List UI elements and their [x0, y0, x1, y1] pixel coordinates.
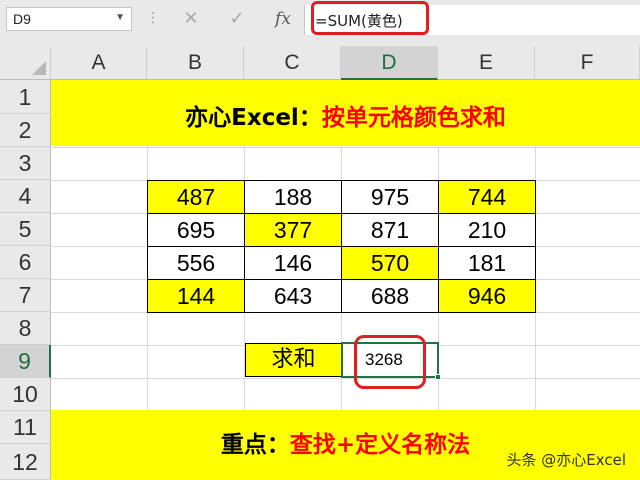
- watermark: 头条 @亦心Excel: [506, 451, 626, 469]
- row-header-label: 10: [12, 381, 38, 407]
- column-header-label: D: [381, 51, 397, 74]
- row-header-label: 4: [18, 183, 32, 209]
- footer-black: 重点：: [220, 432, 290, 458]
- fill-handle[interactable]: [435, 374, 441, 380]
- table-cell[interactable]: 946: [438, 279, 536, 313]
- table-cell[interactable]: 688: [341, 279, 439, 313]
- row-header-label: 11: [13, 414, 37, 440]
- footer-red: 查找+定义名称法: [289, 432, 471, 458]
- name-box[interactable]: D9 ▼: [6, 7, 132, 31]
- row-header-label: 2: [18, 117, 32, 143]
- column-header-label: E: [478, 51, 493, 74]
- enter-icon[interactable]: ✓: [222, 6, 252, 32]
- row-header-7[interactable]: 7: [0, 279, 51, 312]
- table-cell[interactable]: 643: [244, 279, 342, 313]
- formula-highlight-circle: [311, 1, 429, 35]
- table-cell[interactable]: 146: [244, 246, 342, 280]
- row-header-label: 7: [18, 282, 32, 308]
- row-header-2[interactable]: 2: [0, 114, 51, 147]
- row-header-10[interactable]: 10: [0, 378, 51, 411]
- column-header-label: B: [187, 51, 202, 74]
- row-header-11[interactable]: 11: [0, 411, 51, 444]
- column-header-c[interactable]: C: [244, 46, 341, 80]
- gridline: [51, 378, 640, 379]
- row-header-12[interactable]: 12: [0, 444, 51, 480]
- table-cell[interactable]: 210: [438, 213, 536, 247]
- row-header-label: 3: [18, 150, 32, 176]
- worksheet-grid[interactable]: 亦心Excel：按单元格颜色求和 487 188 975 744 695 377 871 21…: [51, 80, 640, 480]
- table-cell[interactable]: 144: [147, 279, 245, 313]
- name-box-value: D9: [13, 11, 31, 27]
- column-header-label: C: [284, 51, 300, 74]
- sum-label-cell[interactable]: 求和: [245, 343, 342, 377]
- table-cell[interactable]: 556: [147, 246, 245, 280]
- row-header-label: 9: [18, 348, 31, 374]
- column-header-e[interactable]: E: [438, 46, 535, 80]
- chevron-down-icon[interactable]: ▼: [115, 12, 125, 23]
- column-header-d[interactable]: D: [341, 46, 438, 80]
- select-all-icon: [32, 61, 46, 75]
- cancel-icon[interactable]: ✕: [176, 6, 206, 32]
- row-header-6[interactable]: 6: [0, 246, 51, 279]
- title-black: 亦心Excel：: [185, 105, 322, 131]
- formula-bar: D9 ▼ ⋮ ✕ ✓ fx =SUM(黄色): [0, 0, 640, 46]
- row-header-4[interactable]: 4: [0, 180, 51, 213]
- row-header-label: 1: [18, 84, 32, 110]
- row-header-3[interactable]: 3: [0, 147, 51, 180]
- row-header-label: 8: [18, 315, 32, 341]
- table-cell[interactable]: 744: [438, 180, 536, 214]
- table-cell[interactable]: 487: [147, 180, 245, 214]
- row-header-label: 5: [18, 216, 32, 242]
- table-cell[interactable]: 181: [438, 246, 536, 280]
- sheet-title: 亦心Excel：按单元格颜色求和: [51, 98, 640, 132]
- table-cell[interactable]: 975: [341, 180, 439, 214]
- column-header-label: A: [91, 51, 106, 74]
- column-header-a[interactable]: A: [51, 46, 147, 80]
- table-cell[interactable]: 188: [244, 180, 342, 214]
- row-header-label: 6: [18, 249, 32, 275]
- row-header-label: 12: [12, 449, 38, 475]
- table-cell[interactable]: 695: [147, 213, 245, 247]
- insert-function-icon[interactable]: fx: [268, 6, 298, 32]
- table-cell[interactable]: 570: [341, 246, 439, 280]
- title-red: 按单元格颜色求和: [321, 105, 506, 131]
- select-all-button[interactable]: [0, 46, 51, 80]
- row-header-8[interactable]: 8: [0, 312, 51, 345]
- result-highlight-circle: [354, 335, 426, 389]
- row-header-5[interactable]: 5: [0, 213, 51, 246]
- column-header-b[interactable]: B: [147, 46, 244, 80]
- column-header-label: F: [580, 51, 594, 74]
- gridline: [51, 147, 640, 148]
- table-cell[interactable]: 377: [244, 213, 342, 247]
- table-cell[interactable]: 871: [341, 213, 439, 247]
- drag-handle-icon[interactable]: ⋮: [146, 10, 160, 26]
- row-header-9[interactable]: 9: [0, 345, 51, 378]
- column-header-f[interactable]: F: [535, 46, 640, 80]
- row-header-1[interactable]: 1: [0, 80, 51, 114]
